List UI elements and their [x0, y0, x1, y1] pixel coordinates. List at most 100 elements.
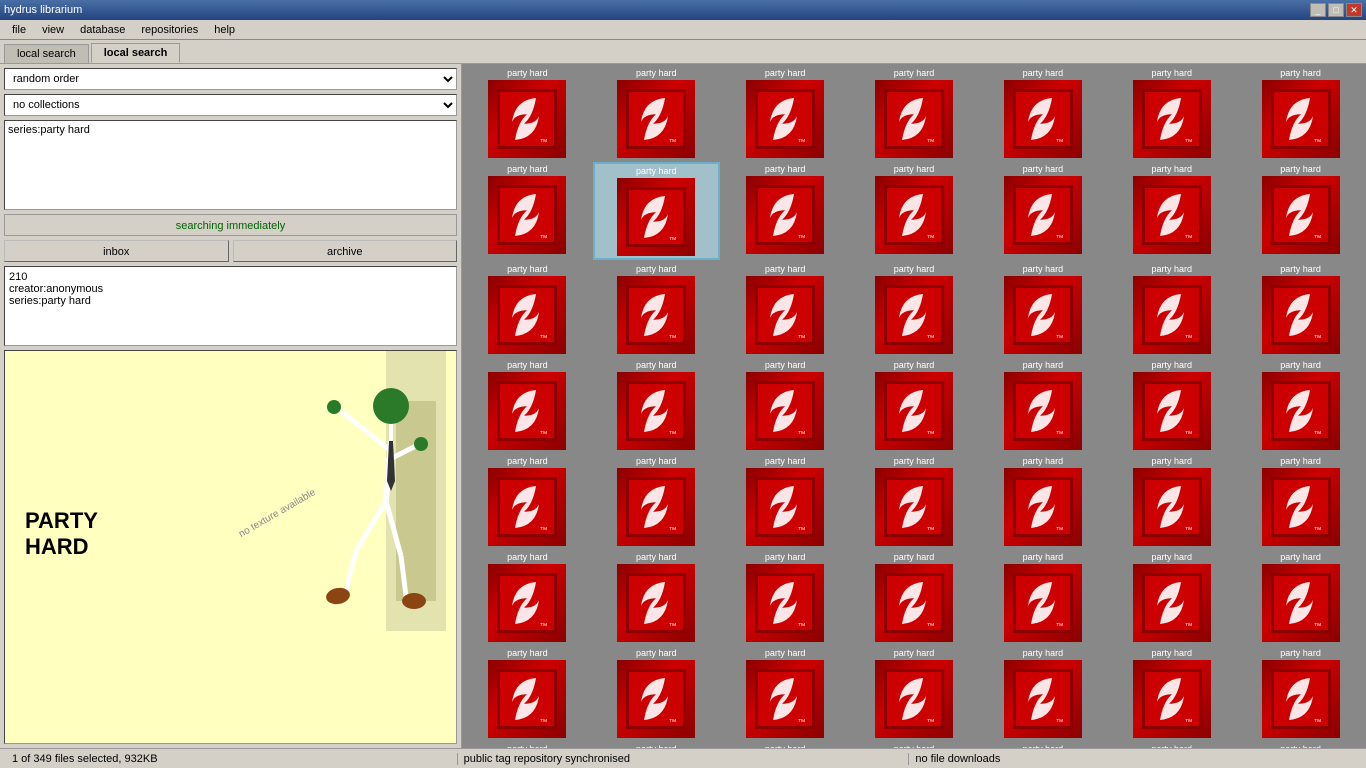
thumbnail-item[interactable]: party hard TM [1237, 646, 1364, 740]
thumbnail-item[interactable]: party hard TM [1237, 454, 1364, 548]
collections-dropdown[interactable]: no collections by namespace by file type [4, 94, 457, 116]
thumbnail-item[interactable]: party hard TM [851, 742, 978, 748]
svg-text:TM: TM [798, 138, 805, 144]
thumbnail-item[interactable]: party hard TM [722, 454, 849, 548]
thumbnail-item[interactable]: party hard TM [979, 454, 1106, 548]
menu-help[interactable]: help [206, 22, 243, 38]
thumbnail-item[interactable]: party hard TM [464, 66, 591, 160]
thumbnail-item[interactable]: party hard TM [851, 162, 978, 260]
thumbnail-label: party hard [1110, 164, 1233, 174]
thumbnail-item[interactable]: party hard TM [1108, 66, 1235, 160]
thumbnail-label: party hard [1110, 264, 1233, 274]
order-dropdown[interactable]: random order newest first oldest first l… [4, 68, 457, 90]
archive-button[interactable]: archive [233, 240, 458, 262]
thumbnail-item[interactable]: party hard TM [593, 550, 720, 644]
thumbnail-item[interactable]: party hard TM [1237, 162, 1364, 260]
maximize-button[interactable]: □ [1328, 3, 1344, 17]
thumbnail-image: TM [875, 660, 953, 738]
thumbnail-item[interactable]: party hard TM [1108, 454, 1235, 548]
thumbnail-item[interactable]: party hard TM [979, 162, 1106, 260]
thumbnail-item[interactable]: party hard TM [464, 162, 591, 260]
thumbnail-item[interactable]: party hard TM [1237, 262, 1364, 356]
thumbnail-item[interactable]: party hard TM [593, 454, 720, 548]
thumbnail-item[interactable]: party hard TM [1237, 742, 1364, 748]
thumbnail-item[interactable]: party hard TM [464, 742, 591, 748]
svg-text:TM: TM [1314, 138, 1321, 144]
thumbnail-item[interactable]: party hard TM [1108, 550, 1235, 644]
thumbnail-item[interactable]: party hard TM [1237, 550, 1364, 644]
thumbnail-item[interactable]: party hard TM [593, 742, 720, 748]
thumbnail-image: TM [1262, 176, 1340, 254]
thumbnail-item[interactable]: party hard TM [851, 550, 978, 644]
thumbnail-item[interactable]: party hard TM [1237, 358, 1364, 452]
thumbnail-item[interactable]: party hard TM [722, 646, 849, 740]
thumbnail-label: party hard [724, 68, 847, 78]
thumbnail-item[interactable]: party hard TM [593, 358, 720, 452]
thumbnail-item[interactable]: party hard TM [1108, 162, 1235, 260]
thumbnail-item[interactable]: party hard TM [464, 262, 591, 356]
svg-text:TM: TM [927, 430, 934, 436]
search-tags-area[interactable]: series:party hard [4, 120, 457, 210]
thumbnail-label: party hard [981, 68, 1104, 78]
thumbnail-item[interactable]: party hard TM [464, 454, 591, 548]
svg-text:TM: TM [1056, 718, 1063, 724]
thumbnail-item[interactable]: party hard TM [979, 742, 1106, 748]
thumbnail-item[interactable]: party hard TM [979, 262, 1106, 356]
thumbnail-item[interactable]: party hard TM [851, 66, 978, 160]
tab-local-search-1[interactable]: local search [4, 44, 89, 63]
thumbnail-item[interactable]: party hard TM [851, 454, 978, 548]
thumbnail-item[interactable]: party hard TM [1237, 66, 1364, 160]
thumbnail-image: TM [746, 176, 824, 254]
thumbnail-item[interactable]: party hard TM [722, 550, 849, 644]
tab-local-search-2[interactable]: local search [91, 43, 181, 63]
thumbnail-item[interactable]: party hard TM [464, 646, 591, 740]
thumbnail-item[interactable]: party hard TM [1108, 646, 1235, 740]
thumbnail-item[interactable]: party hard TM [722, 162, 849, 260]
thumbnail-item[interactable]: party hard TM [1108, 262, 1235, 356]
thumbnail-image: TM [1004, 176, 1082, 254]
thumbnail-image: TM [1262, 564, 1340, 642]
thumbnail-item[interactable]: party hard TM [464, 550, 591, 644]
thumbnail-image: TM [617, 276, 695, 354]
thumbnail-item[interactable]: party hard TM [851, 646, 978, 740]
thumbnail-item[interactable]: party hard TM [593, 162, 720, 260]
menu-view[interactable]: view [34, 22, 72, 38]
thumbnail-item[interactable]: party hard TM [593, 66, 720, 160]
thumbnail-item[interactable]: party hard TM [979, 550, 1106, 644]
thumbnail-item[interactable]: party hard TM [722, 358, 849, 452]
svg-text:TM: TM [1314, 526, 1321, 532]
svg-text:TM: TM [1314, 430, 1321, 436]
menu-database[interactable]: database [72, 22, 133, 38]
thumbnail-item[interactable]: party hard TM [722, 66, 849, 160]
minimize-button[interactable]: _ [1310, 3, 1326, 17]
thumbnail-item[interactable]: party hard TM [851, 262, 978, 356]
statusbar: 1 of 349 files selected, 932KB public ta… [0, 748, 1366, 768]
thumbnail-label: party hard [1239, 164, 1362, 174]
thumbnail-grid-panel[interactable]: party hard TM party hard TM party hard T… [462, 64, 1366, 748]
thumbnail-item[interactable]: party hard TM [464, 358, 591, 452]
svg-text:TM: TM [669, 236, 676, 242]
menu-repositories[interactable]: repositories [133, 22, 206, 38]
thumbnail-image: TM [746, 660, 824, 738]
titlebar-title: hydrus librarium [4, 4, 82, 16]
thumbnail-label: party hard [724, 360, 847, 370]
thumbnail-item[interactable]: party hard TM [851, 358, 978, 452]
thumbnail-item[interactable]: party hard TM [979, 66, 1106, 160]
thumbnail-image: TM [488, 372, 566, 450]
close-button[interactable]: ✕ [1346, 3, 1362, 17]
svg-text:TM: TM [1056, 138, 1063, 144]
thumbnail-item[interactable]: party hard TM [593, 262, 720, 356]
searching-immediately-button[interactable]: searching immediately [4, 214, 457, 236]
thumbnail-item[interactable]: party hard TM [1108, 358, 1235, 452]
thumbnail-item[interactable]: party hard TM [722, 262, 849, 356]
inbox-button[interactable]: inbox [4, 240, 229, 262]
menu-file[interactable]: file [4, 22, 34, 38]
thumbnail-item[interactable]: party hard TM [593, 646, 720, 740]
svg-text:TM: TM [669, 622, 676, 628]
thumbnail-item[interactable]: party hard TM [722, 742, 849, 748]
thumbnail-item[interactable]: party hard TM [979, 646, 1106, 740]
thumbnail-label: party hard [1239, 648, 1362, 658]
preview-text: PARTY HARD [25, 508, 98, 561]
thumbnail-item[interactable]: party hard TM [979, 358, 1106, 452]
thumbnail-item[interactable]: party hard TM [1108, 742, 1235, 748]
